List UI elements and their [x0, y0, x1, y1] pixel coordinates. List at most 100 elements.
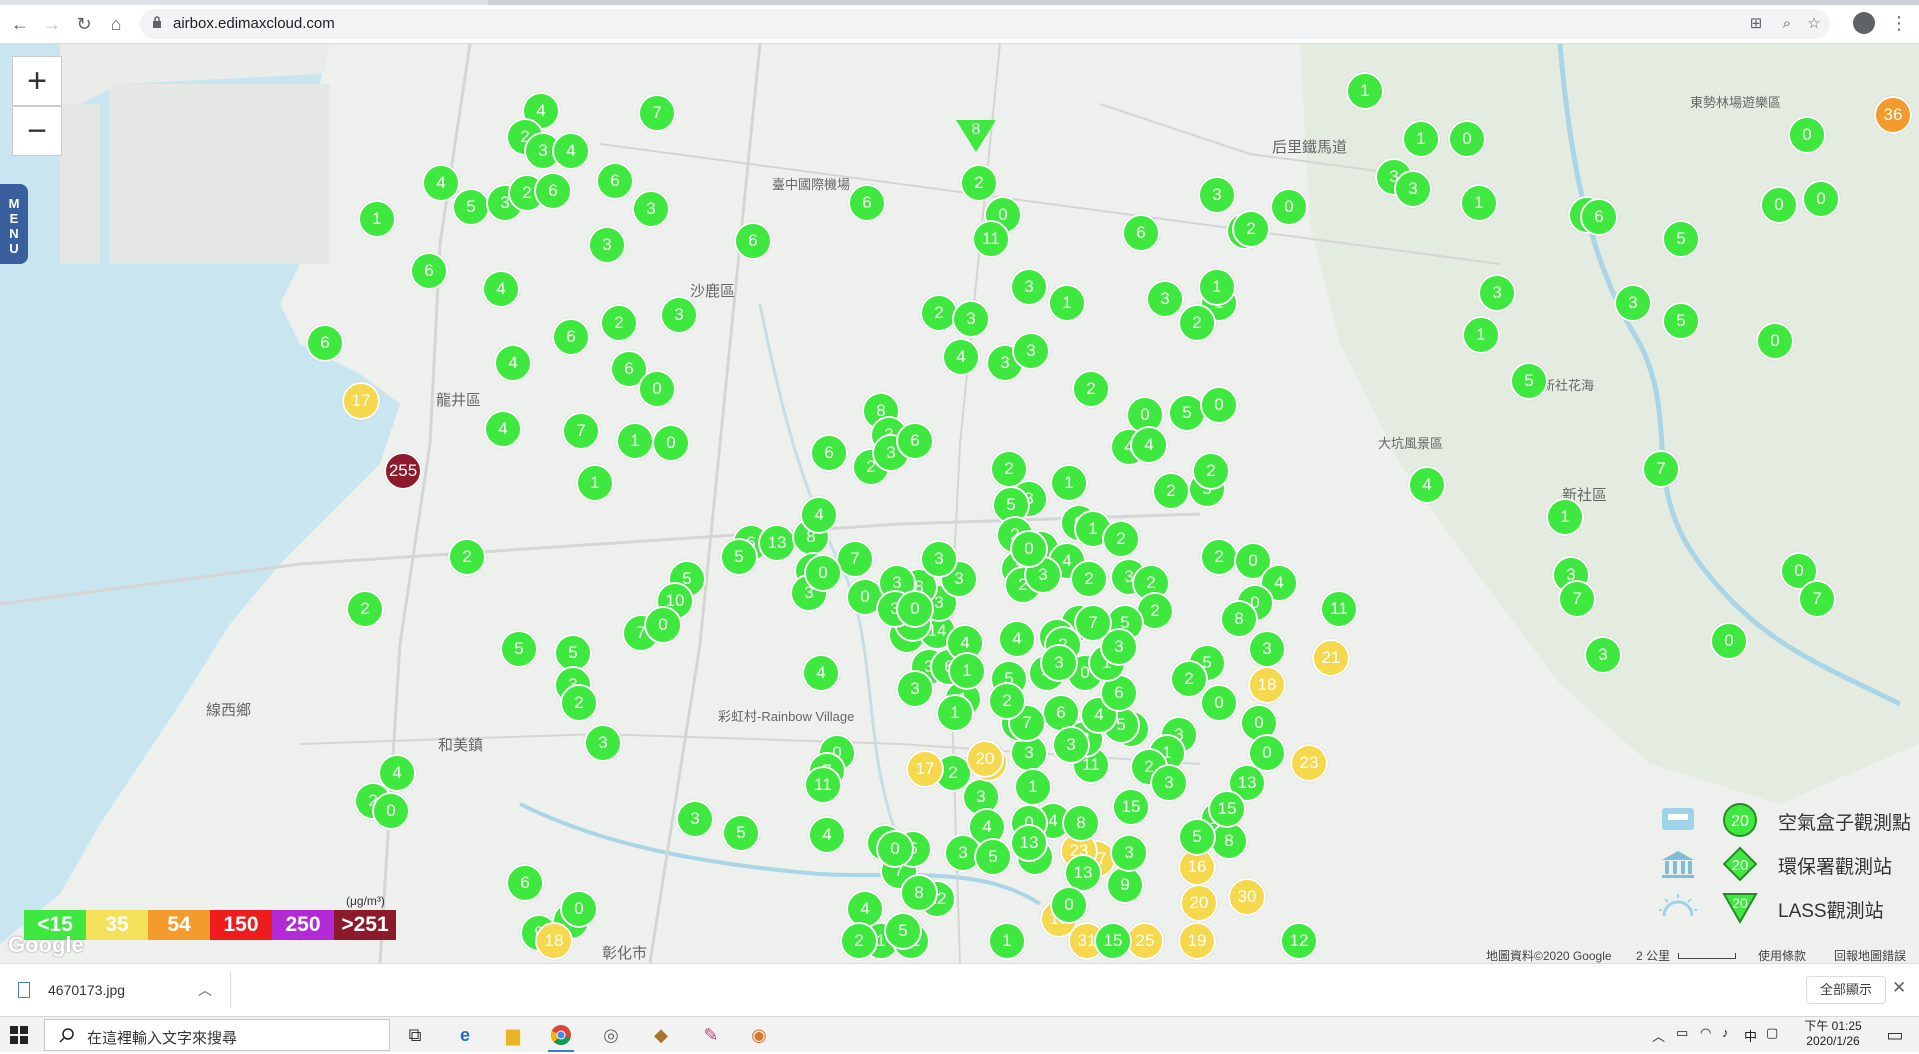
- sensor-marker[interactable]: 5: [1178, 818, 1216, 856]
- sensor-marker[interactable]: 11: [804, 766, 842, 804]
- sensor-marker[interactable]: 2: [346, 590, 384, 628]
- chevron-up-icon[interactable]: ︿: [198, 980, 212, 1000]
- taskbar-search-box[interactable]: 在這裡輸入文字來搜尋: [44, 1019, 390, 1051]
- sensor-marker[interactable]: 3: [1478, 274, 1516, 312]
- sensor-marker[interactable]: 3: [660, 296, 698, 334]
- translate-icon[interactable]: ⊞: [1746, 14, 1766, 34]
- sensor-marker[interactable]: 3: [1198, 176, 1236, 214]
- sensor-marker[interactable]: 4: [800, 496, 838, 534]
- sensor-marker[interactable]: 4: [494, 344, 532, 382]
- sensor-marker[interactable]: 5: [884, 912, 922, 950]
- app-blender-icon[interactable]: ◉: [744, 1021, 774, 1049]
- sensor-marker[interactable]: 1: [1198, 268, 1236, 306]
- sensor-marker[interactable]: 255: [384, 452, 422, 490]
- sensor-marker[interactable]: 2: [448, 538, 486, 576]
- notification-icon[interactable]: ▭: [1880, 1021, 1910, 1049]
- ime-indicator[interactable]: 中: [1744, 1026, 1757, 1045]
- sensor-marker[interactable]: 0: [804, 554, 842, 592]
- sensor-marker[interactable]: 2: [1072, 370, 1110, 408]
- sensor-marker[interactable]: 0: [1050, 886, 1088, 924]
- sensor-marker[interactable]: 2: [600, 304, 638, 342]
- sensor-marker[interactable]: 8: [1062, 804, 1100, 842]
- sensor-marker[interactable]: 4: [802, 654, 840, 692]
- sensor-marker[interactable]: 4: [484, 410, 522, 448]
- sensor-marker[interactable]: 6: [552, 318, 590, 356]
- wifi-icon[interactable]: ◠: [1700, 1025, 1711, 1041]
- chevron-up-icon[interactable]: ︿: [1652, 1026, 1665, 1045]
- sensor-marker[interactable]: 1: [358, 200, 396, 238]
- app-paint-icon[interactable]: ✎: [696, 1021, 726, 1049]
- task-view-icon[interactable]: ⧉: [400, 1021, 430, 1049]
- sensor-marker[interactable]: 2: [1152, 472, 1190, 510]
- sensor-marker[interactable]: 0: [1788, 116, 1826, 154]
- sensor-marker[interactable]: 6: [1580, 198, 1618, 236]
- sensor-marker[interactable]: 2: [1232, 210, 1270, 248]
- sensor-marker[interactable]: 3: [920, 540, 958, 578]
- taskbar-clock[interactable]: 下午 01:25 2020/1/26: [1788, 1019, 1878, 1049]
- sensor-marker[interactable]: 6: [534, 172, 572, 210]
- sensor-marker[interactable]: 13: [758, 524, 796, 562]
- sensor-marker[interactable]: 3: [1110, 834, 1148, 872]
- zoom-icon[interactable]: ⌕: [1777, 14, 1797, 34]
- edge-browser-icon[interactable]: e: [450, 1021, 480, 1049]
- sensor-marker[interactable]: 1: [1050, 464, 1088, 502]
- sensor-marker[interactable]: 1: [576, 464, 614, 502]
- sensor-marker[interactable]: 3: [1584, 636, 1622, 674]
- sensor-marker[interactable]: 18: [535, 922, 573, 960]
- sensor-marker[interactable]: 2: [1102, 520, 1140, 558]
- sensor-marker[interactable]: 5: [722, 814, 760, 852]
- sensor-marker[interactable]: 1: [1460, 184, 1498, 222]
- sensor-marker[interactable]: 0: [372, 792, 410, 830]
- battery-icon[interactable]: ▭: [1676, 1025, 1688, 1041]
- sensor-marker[interactable]: 6: [1122, 214, 1160, 252]
- sensor-marker[interactable]: 3: [1146, 280, 1184, 318]
- sensor-marker[interactable]: 2: [1178, 304, 1216, 342]
- sensor-marker[interactable]: 3: [676, 800, 714, 838]
- map-canvas[interactable]: + − MENU 沙鹿區 龍井區 線西鄉 和美鎮 彰化市 后里鐵馬道 東勢林場遊…: [0, 44, 1919, 963]
- sensor-marker[interactable]: 0: [1248, 734, 1286, 772]
- sensor-marker[interactable]: 2: [960, 164, 998, 202]
- sensor-marker[interactable]: 6: [306, 324, 344, 362]
- sensor-marker[interactable]: 36: [1874, 96, 1912, 134]
- sensor-marker[interactable]: 8: [956, 120, 996, 152]
- sensor-marker[interactable]: 0: [876, 830, 914, 868]
- sensor-marker[interactable]: 5: [452, 188, 490, 226]
- sensor-marker[interactable]: 2: [1200, 538, 1238, 576]
- sensor-marker[interactable]: 0: [560, 890, 598, 928]
- sensor-marker[interactable]: 3: [1010, 268, 1048, 306]
- bookmark-star-icon[interactable]: ☆: [1804, 14, 1824, 34]
- app-gimp-icon[interactable]: ◆: [646, 1021, 676, 1049]
- sensor-marker[interactable]: 0: [1010, 530, 1048, 568]
- sensor-marker[interactable]: 3: [896, 670, 934, 708]
- sensor-marker[interactable]: 11: [1320, 590, 1358, 628]
- sensor-marker[interactable]: 30: [1228, 878, 1266, 916]
- sensor-marker[interactable]: 17: [342, 382, 380, 420]
- sensor-marker[interactable]: 4: [1130, 426, 1168, 464]
- sensor-marker[interactable]: 1: [1462, 316, 1500, 354]
- sensor-marker[interactable]: 8: [1220, 600, 1258, 638]
- sensor-marker[interactable]: 3: [1248, 630, 1286, 668]
- profile-avatar-icon[interactable]: [1853, 12, 1875, 34]
- sensor-marker[interactable]: 6: [810, 434, 848, 472]
- sensor-marker[interactable]: 6: [848, 184, 886, 222]
- sensor-marker[interactable]: 5: [974, 838, 1012, 876]
- address-bar[interactable]: airbox.edimaxcloud.com ⊞ ⌕ ☆: [140, 9, 1830, 39]
- home-button[interactable]: ⌂: [104, 12, 128, 36]
- file-explorer-icon[interactable]: ▆: [498, 1021, 528, 1049]
- sensor-marker[interactable]: 0: [638, 370, 676, 408]
- back-button[interactable]: ←: [8, 12, 32, 36]
- sensor-marker[interactable]: 5: [500, 630, 538, 668]
- sensor-marker[interactable]: 5: [720, 538, 758, 576]
- sensor-marker[interactable]: 1: [936, 694, 974, 732]
- sensor-marker[interactable]: 3: [1150, 764, 1188, 802]
- sensor-marker[interactable]: 15: [1112, 788, 1150, 826]
- sensor-marker[interactable]: 0: [896, 590, 934, 628]
- sensor-marker[interactable]: 13: [1010, 824, 1048, 862]
- sensor-marker[interactable]: 4: [942, 338, 980, 376]
- sensor-marker[interactable]: 0: [1270, 188, 1308, 226]
- sensor-marker[interactable]: 6: [596, 162, 634, 200]
- sensor-marker[interactable]: 0: [652, 424, 690, 462]
- forward-button[interactable]: →: [40, 12, 64, 36]
- sensor-marker[interactable]: 5: [1662, 302, 1700, 340]
- sensor-marker[interactable]: 15: [1208, 790, 1246, 828]
